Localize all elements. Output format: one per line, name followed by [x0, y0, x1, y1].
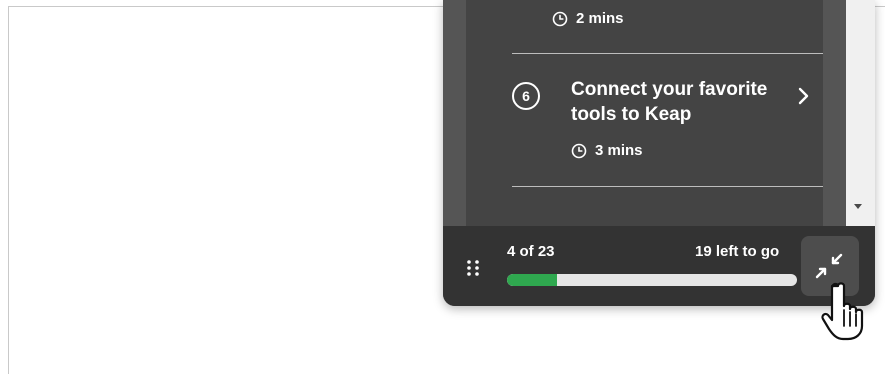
progress-count: 4 of 23	[507, 243, 555, 260]
progress-footer: 4 of 23 19 left to go	[443, 226, 875, 306]
step-number-badge: 6	[512, 82, 540, 110]
progress-bar	[507, 274, 797, 286]
list-left-gutter	[443, 0, 466, 226]
collapse-arrows-icon	[815, 253, 843, 279]
progress-bar-fill	[507, 274, 558, 286]
checklist-scroll-area[interactable]: 2 mins 6 Connect your favorite tools to …	[443, 0, 875, 226]
window-left-border	[8, 6, 9, 374]
step-6-duration: 3 mins	[571, 142, 643, 159]
checklist-panel: 2 mins 6 Connect your favorite tools to …	[443, 0, 875, 306]
step-title[interactable]: Connect your favorite tools to Keap	[571, 77, 791, 127]
progress-remaining: 19 left to go	[695, 243, 780, 260]
step-5-duration: 2 mins	[552, 10, 624, 27]
step-divider	[512, 186, 824, 187]
step-duration-text: 2 mins	[576, 10, 624, 27]
clock-icon	[552, 11, 568, 26]
checklist-list: 2 mins 6 Connect your favorite tools to …	[466, 0, 824, 226]
hand-pointer-cursor	[821, 282, 864, 341]
chevron-right-icon[interactable]	[797, 86, 811, 106]
step-divider	[512, 53, 824, 54]
step-number: 6	[522, 88, 530, 104]
clock-icon	[571, 143, 587, 158]
scroll-down-arrow-icon[interactable]	[854, 204, 862, 209]
step-duration-text: 3 mins	[595, 142, 643, 159]
screen: 2 mins 6 Connect your favorite tools to …	[0, 0, 885, 374]
list-right-gutter	[823, 0, 846, 226]
vertical-scrollbar[interactable]	[846, 0, 875, 226]
drag-handle-icon[interactable]	[466, 258, 480, 278]
